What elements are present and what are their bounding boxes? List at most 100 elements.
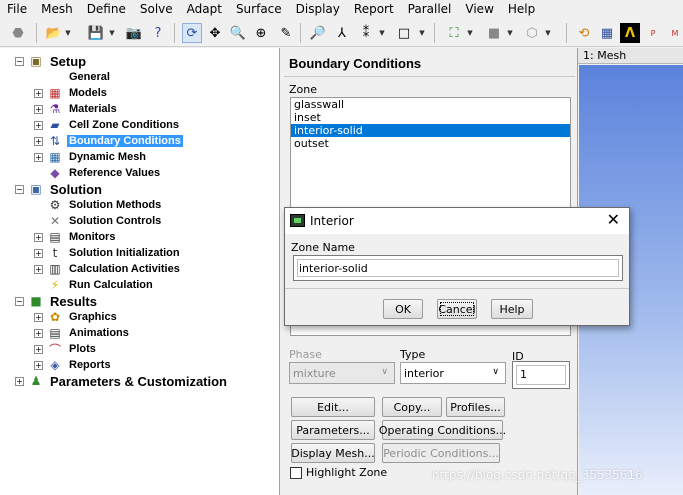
dialog-titlebar[interactable]: Interior ✕ bbox=[285, 208, 629, 234]
collapse-icon[interactable]: − bbox=[15, 56, 24, 66]
cancel-button[interactable]: Cancel bbox=[437, 299, 477, 319]
menu-solve[interactable]: Solve bbox=[133, 0, 180, 19]
open-dropdown-icon[interactable]: ▼ bbox=[64, 23, 72, 43]
refresh-icon[interactable]: ⟲ bbox=[574, 23, 594, 43]
zoom-box-icon[interactable]: ⊕ bbox=[251, 23, 271, 43]
expand-icon[interactable]: + bbox=[34, 264, 43, 274]
expand-icon[interactable]: + bbox=[34, 104, 43, 114]
expand-icon[interactable]: + bbox=[34, 344, 43, 354]
operating-conditions-button[interactable]: Operating Conditions... bbox=[379, 420, 506, 440]
parameters-button[interactable]: Parameters... bbox=[291, 420, 375, 440]
display-mesh-button[interactable]: Display Mesh... bbox=[291, 443, 375, 463]
tree-item-solution[interactable]: − ▣ Solution bbox=[15, 181, 104, 197]
menu-file[interactable]: File bbox=[0, 0, 34, 19]
mesh-display-icon[interactable]: ⛶ bbox=[444, 23, 464, 43]
views-icon[interactable]: ⁑ bbox=[356, 23, 376, 43]
expand-icon[interactable]: + bbox=[34, 88, 43, 98]
tree-item-general[interactable]: General bbox=[34, 69, 112, 85]
tree-item-dynamic-mesh[interactable]: + ▦ Dynamic Mesh bbox=[34, 149, 148, 165]
save-icon[interactable]: 💾 bbox=[86, 23, 106, 43]
parameter-icon[interactable]: P bbox=[643, 23, 663, 43]
zone-list-item[interactable]: interior-solid bbox=[291, 124, 570, 137]
collapse-icon[interactable]: − bbox=[15, 296, 24, 306]
model-icon[interactable]: M bbox=[665, 23, 683, 43]
collapse-icon[interactable]: − bbox=[15, 184, 24, 194]
tree-item-solution-methods[interactable]: ⚙ Solution Methods bbox=[34, 197, 163, 213]
axes-icon[interactable]: ⅄ bbox=[332, 23, 352, 43]
tree-item-reference-values[interactable]: ◆ Reference Values bbox=[34, 165, 162, 181]
open-folder-icon[interactable]: 📂 bbox=[44, 23, 64, 43]
tree-item-animations[interactable]: + ▤ Animations bbox=[34, 325, 131, 341]
zone-list-item[interactable]: glasswall bbox=[291, 98, 570, 111]
tree-item-monitors[interactable]: + ▤ Monitors bbox=[34, 229, 117, 245]
expand-icon[interactable]: + bbox=[15, 376, 24, 386]
shading-dropdown-icon[interactable]: ▼ bbox=[506, 23, 514, 43]
mesh-dropdown-icon[interactable]: ▼ bbox=[466, 23, 474, 43]
views-dropdown-icon[interactable]: ▼ bbox=[378, 23, 386, 43]
tree-item-run-calculation[interactable]: ⚡ Run Calculation bbox=[34, 277, 155, 293]
tree-item-reports[interactable]: + ◈ Reports bbox=[34, 357, 113, 373]
expand-icon[interactable]: + bbox=[34, 120, 43, 130]
copy-button[interactable]: Copy... bbox=[382, 397, 442, 417]
save-dropdown-icon[interactable]: ▼ bbox=[108, 23, 116, 43]
interior-dialog: Interior ✕ Zone Name interior-solid OK C… bbox=[284, 207, 630, 326]
tree-item-calculation-activities[interactable]: + ▥ Calculation Activities bbox=[34, 261, 182, 277]
graphics-tab[interactable]: 1: Mesh bbox=[578, 48, 683, 64]
dialog-title: Interior bbox=[310, 214, 354, 228]
expand-icon[interactable]: + bbox=[34, 232, 43, 242]
menu-display[interactable]: Display bbox=[289, 0, 347, 19]
tree-item-parameters-customization[interactable]: + ♟ Parameters & Customization bbox=[15, 373, 229, 389]
help-button[interactable]: Help bbox=[491, 299, 533, 319]
tree-item-label: Solution bbox=[50, 181, 102, 197]
zone-list-item[interactable]: inset bbox=[291, 111, 570, 124]
tree-item-graphics[interactable]: + ✿ Graphics bbox=[34, 309, 119, 325]
menu-view[interactable]: View bbox=[458, 0, 500, 19]
edit-button[interactable]: Edit... bbox=[291, 397, 375, 417]
expand-icon[interactable]: + bbox=[34, 248, 43, 258]
tree-item-models[interactable]: + ▦ Models bbox=[34, 85, 109, 101]
probe-icon[interactable]: ✎ bbox=[276, 23, 296, 43]
id-field[interactable]: 1 bbox=[512, 361, 570, 389]
fit-to-window-icon[interactable]: 🔎 bbox=[308, 23, 328, 43]
menu-define[interactable]: Define bbox=[80, 0, 133, 19]
expand-icon[interactable]: + bbox=[34, 152, 43, 162]
camera-icon[interactable]: 📷 bbox=[124, 23, 144, 43]
highlight-zone-checkbox[interactable] bbox=[290, 467, 302, 479]
menu-report[interactable]: Report bbox=[347, 0, 401, 19]
close-icon[interactable]: ✕ bbox=[607, 211, 620, 229]
menu-help[interactable]: Help bbox=[501, 0, 542, 19]
tree-item-plots[interactable]: + ⌒ Plots bbox=[34, 341, 98, 357]
ansys-logo-icon[interactable]: Λ bbox=[620, 23, 640, 43]
expand-icon[interactable]: + bbox=[34, 312, 43, 322]
tree-item-solution-controls[interactable]: ✕ Solution Controls bbox=[34, 213, 163, 229]
zone-list-item[interactable]: outset bbox=[291, 137, 570, 150]
cube-dropdown-icon[interactable]: ▼ bbox=[544, 23, 552, 43]
expand-icon[interactable]: + bbox=[34, 360, 43, 370]
cube-icon[interactable]: ⬡ bbox=[522, 23, 542, 43]
expand-icon[interactable]: + bbox=[34, 136, 43, 146]
tree-item-setup[interactable]: − ▣ Setup bbox=[15, 53, 88, 69]
tree-item-cell-zone-conditions[interactable]: + ▰ Cell Zone Conditions bbox=[34, 117, 181, 133]
rotate-icon[interactable]: ⟳ bbox=[182, 23, 202, 43]
tree-item-solution-initialization[interactable]: + t Solution Initialization bbox=[34, 245, 182, 261]
tree-item-boundary-conditions[interactable]: + ⇅ Boundary Conditions bbox=[34, 133, 183, 149]
menu-adapt[interactable]: Adapt bbox=[180, 0, 229, 19]
menu-surface[interactable]: Surface bbox=[229, 0, 289, 19]
ok-button[interactable]: OK bbox=[383, 299, 423, 319]
expand-icon[interactable]: + bbox=[34, 328, 43, 338]
stop-icon[interactable]: ⬣ bbox=[8, 23, 28, 43]
pan-icon[interactable]: ✥ bbox=[205, 23, 225, 43]
menu-parallel[interactable]: Parallel bbox=[401, 0, 459, 19]
type-select[interactable]: interior ∨ bbox=[400, 362, 506, 384]
help-icon[interactable]: ? bbox=[148, 23, 168, 43]
menu-mesh[interactable]: Mesh bbox=[34, 0, 80, 19]
zoom-icon[interactable]: 🔍 bbox=[228, 23, 248, 43]
layout-grid-icon[interactable]: ▦ bbox=[597, 23, 617, 43]
layout-dropdown-icon[interactable]: ▼ bbox=[418, 23, 426, 43]
window-layout-icon[interactable]: □ bbox=[394, 23, 414, 43]
shading-icon[interactable]: ■ bbox=[484, 23, 504, 43]
zone-name-input[interactable]: interior-solid bbox=[293, 255, 623, 281]
tree-item-results[interactable]: − ■ Results bbox=[15, 293, 99, 309]
profiles-button[interactable]: Profiles... bbox=[446, 397, 505, 417]
tree-item-materials[interactable]: + ⚗ Materials bbox=[34, 101, 119, 117]
